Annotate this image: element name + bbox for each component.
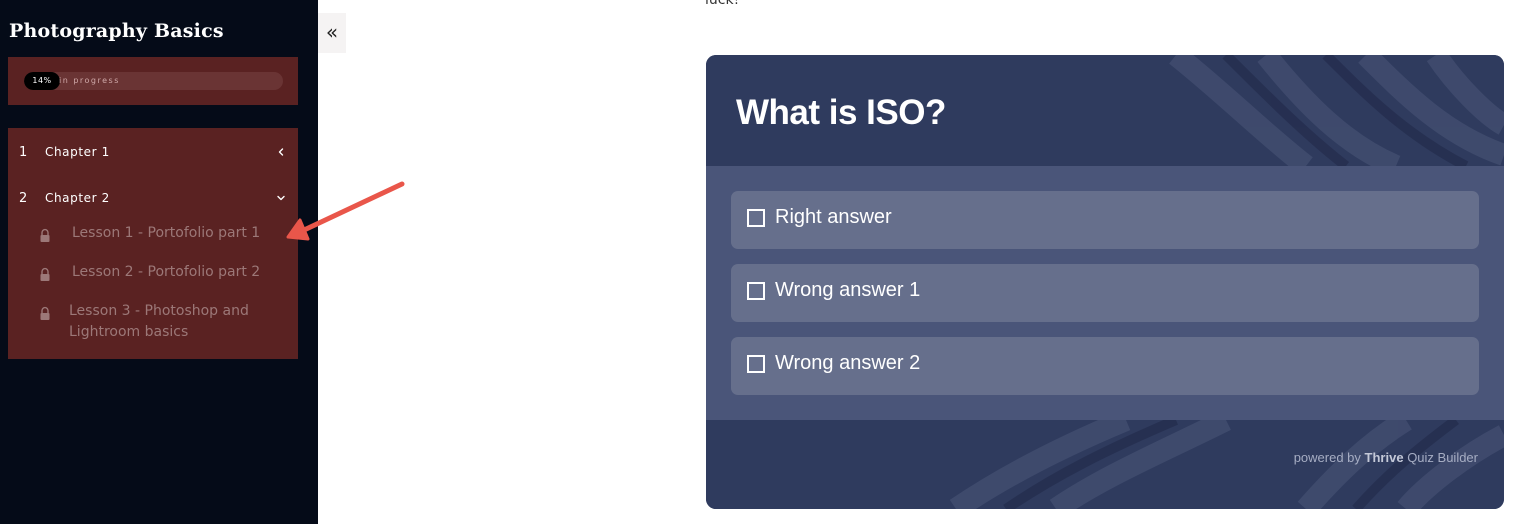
powered-prefix: powered by [1293,450,1361,465]
answer-option-2[interactable]: Wrong answer 1 [731,264,1479,322]
quiz-card: What is ISO? Right answer Wrong answer 1… [706,55,1504,509]
answer-option-1[interactable]: Right answer [731,191,1479,249]
lesson-item-2[interactable]: Lesson 2 - Portofolio part 2 [8,262,298,286]
chevron-left-icon[interactable] [274,145,288,159]
lock-icon [40,306,50,320]
answer-label: Right answer [775,206,892,228]
chapter-number: 2 [19,191,28,206]
checkbox-icon[interactable] [747,355,765,373]
course-title[interactable]: Photography Basics [9,20,224,42]
previous-paragraph-text: luck! [705,0,740,8]
answers-panel: Right answer Wrong answer 1 Wrong answer… [706,166,1504,420]
checkbox-icon[interactable] [747,282,765,300]
chapter-title: Chapter 1 [45,145,110,159]
quiz-question: What is ISO? [736,93,946,132]
lesson-title: Lesson 3 - Photoshop and Lightroom basic… [69,303,249,340]
progress-status: in progress [59,76,120,85]
powered-product: Quiz Builder [1407,450,1478,465]
answer-option-3[interactable]: Wrong answer 2 [731,337,1479,395]
lesson-title: Lesson 2 - Portofolio part 2 [72,264,261,280]
progress-section: 14% in progress [8,57,298,105]
chapter-number: 1 [19,145,28,160]
double-chevron-left-icon: « [325,20,339,44]
progress-percent: 14% [32,76,52,85]
chapter-title: Chapter 2 [45,191,110,205]
lesson-title: Lesson 1 - Portofolio part 1 [72,225,261,241]
lock-icon [40,228,50,242]
lesson-item-3[interactable]: Lesson 3 - Photoshop and Lightroom basic… [8,301,298,347]
collapse-sidebar-button[interactable]: « [318,13,346,53]
chapter-item-2[interactable]: 2 Chapter 2 [8,187,298,211]
lesson-item-1[interactable]: Lesson 1 - Portofolio part 1 [8,223,298,247]
chapter-list: 1 Chapter 1 2 Chapter 2 Lesson 1 - Porto… [8,128,298,359]
powered-brand: Thrive [1364,450,1404,465]
answer-label: Wrong answer 1 [775,279,921,301]
course-sidebar: Photography Basics 14% in progress 1 Cha… [0,0,318,524]
checkbox-icon[interactable] [747,209,765,227]
chevron-down-icon[interactable] [274,191,288,205]
powered-by-credit: powered by Thrive Quiz Builder [1294,450,1478,465]
lock-icon [40,267,50,281]
chapter-item-1[interactable]: 1 Chapter 1 [8,141,298,165]
answer-label: Wrong answer 2 [775,352,921,374]
progress-bar: 14% in progress [24,72,283,90]
